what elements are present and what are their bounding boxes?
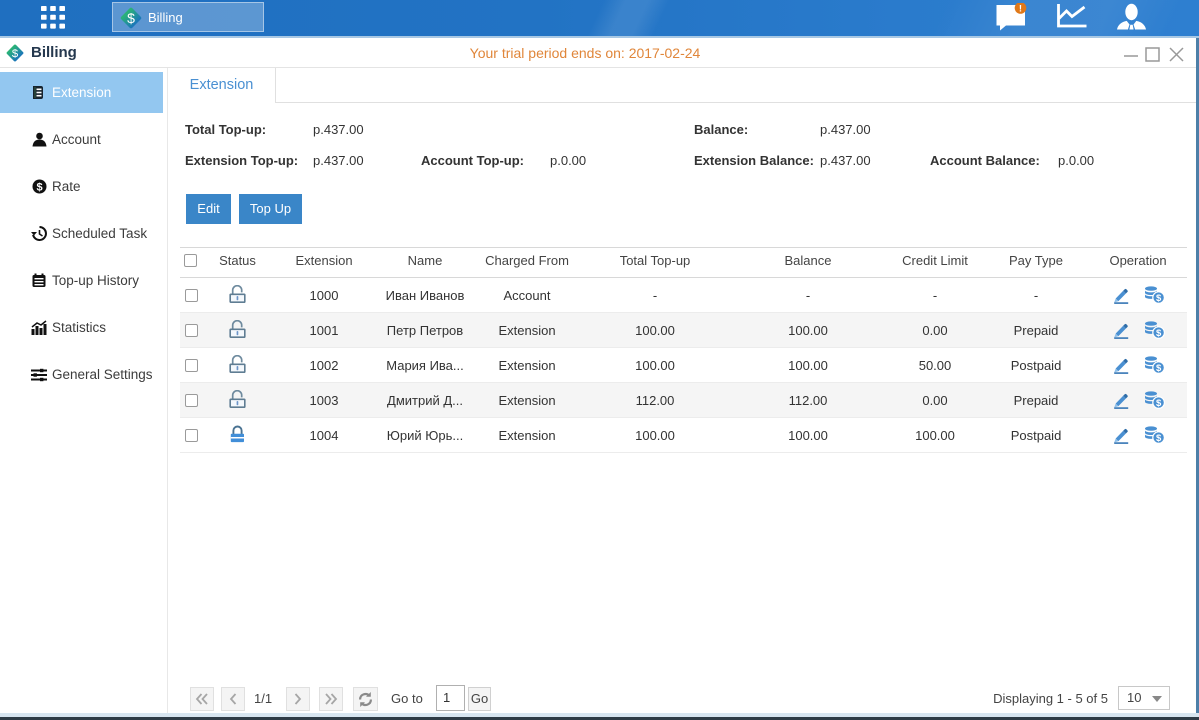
svg-text:$: $	[1155, 398, 1161, 409]
svg-text:$: $	[12, 48, 19, 60]
svg-text:$: $	[1155, 363, 1161, 374]
svg-text:$: $	[1155, 433, 1161, 444]
svg-text:$: $	[36, 182, 42, 194]
svg-text:$: $	[1155, 293, 1161, 304]
svg-text:!: !	[1019, 4, 1022, 15]
svg-text:$: $	[127, 10, 135, 26]
svg-text:$: $	[1155, 328, 1161, 339]
